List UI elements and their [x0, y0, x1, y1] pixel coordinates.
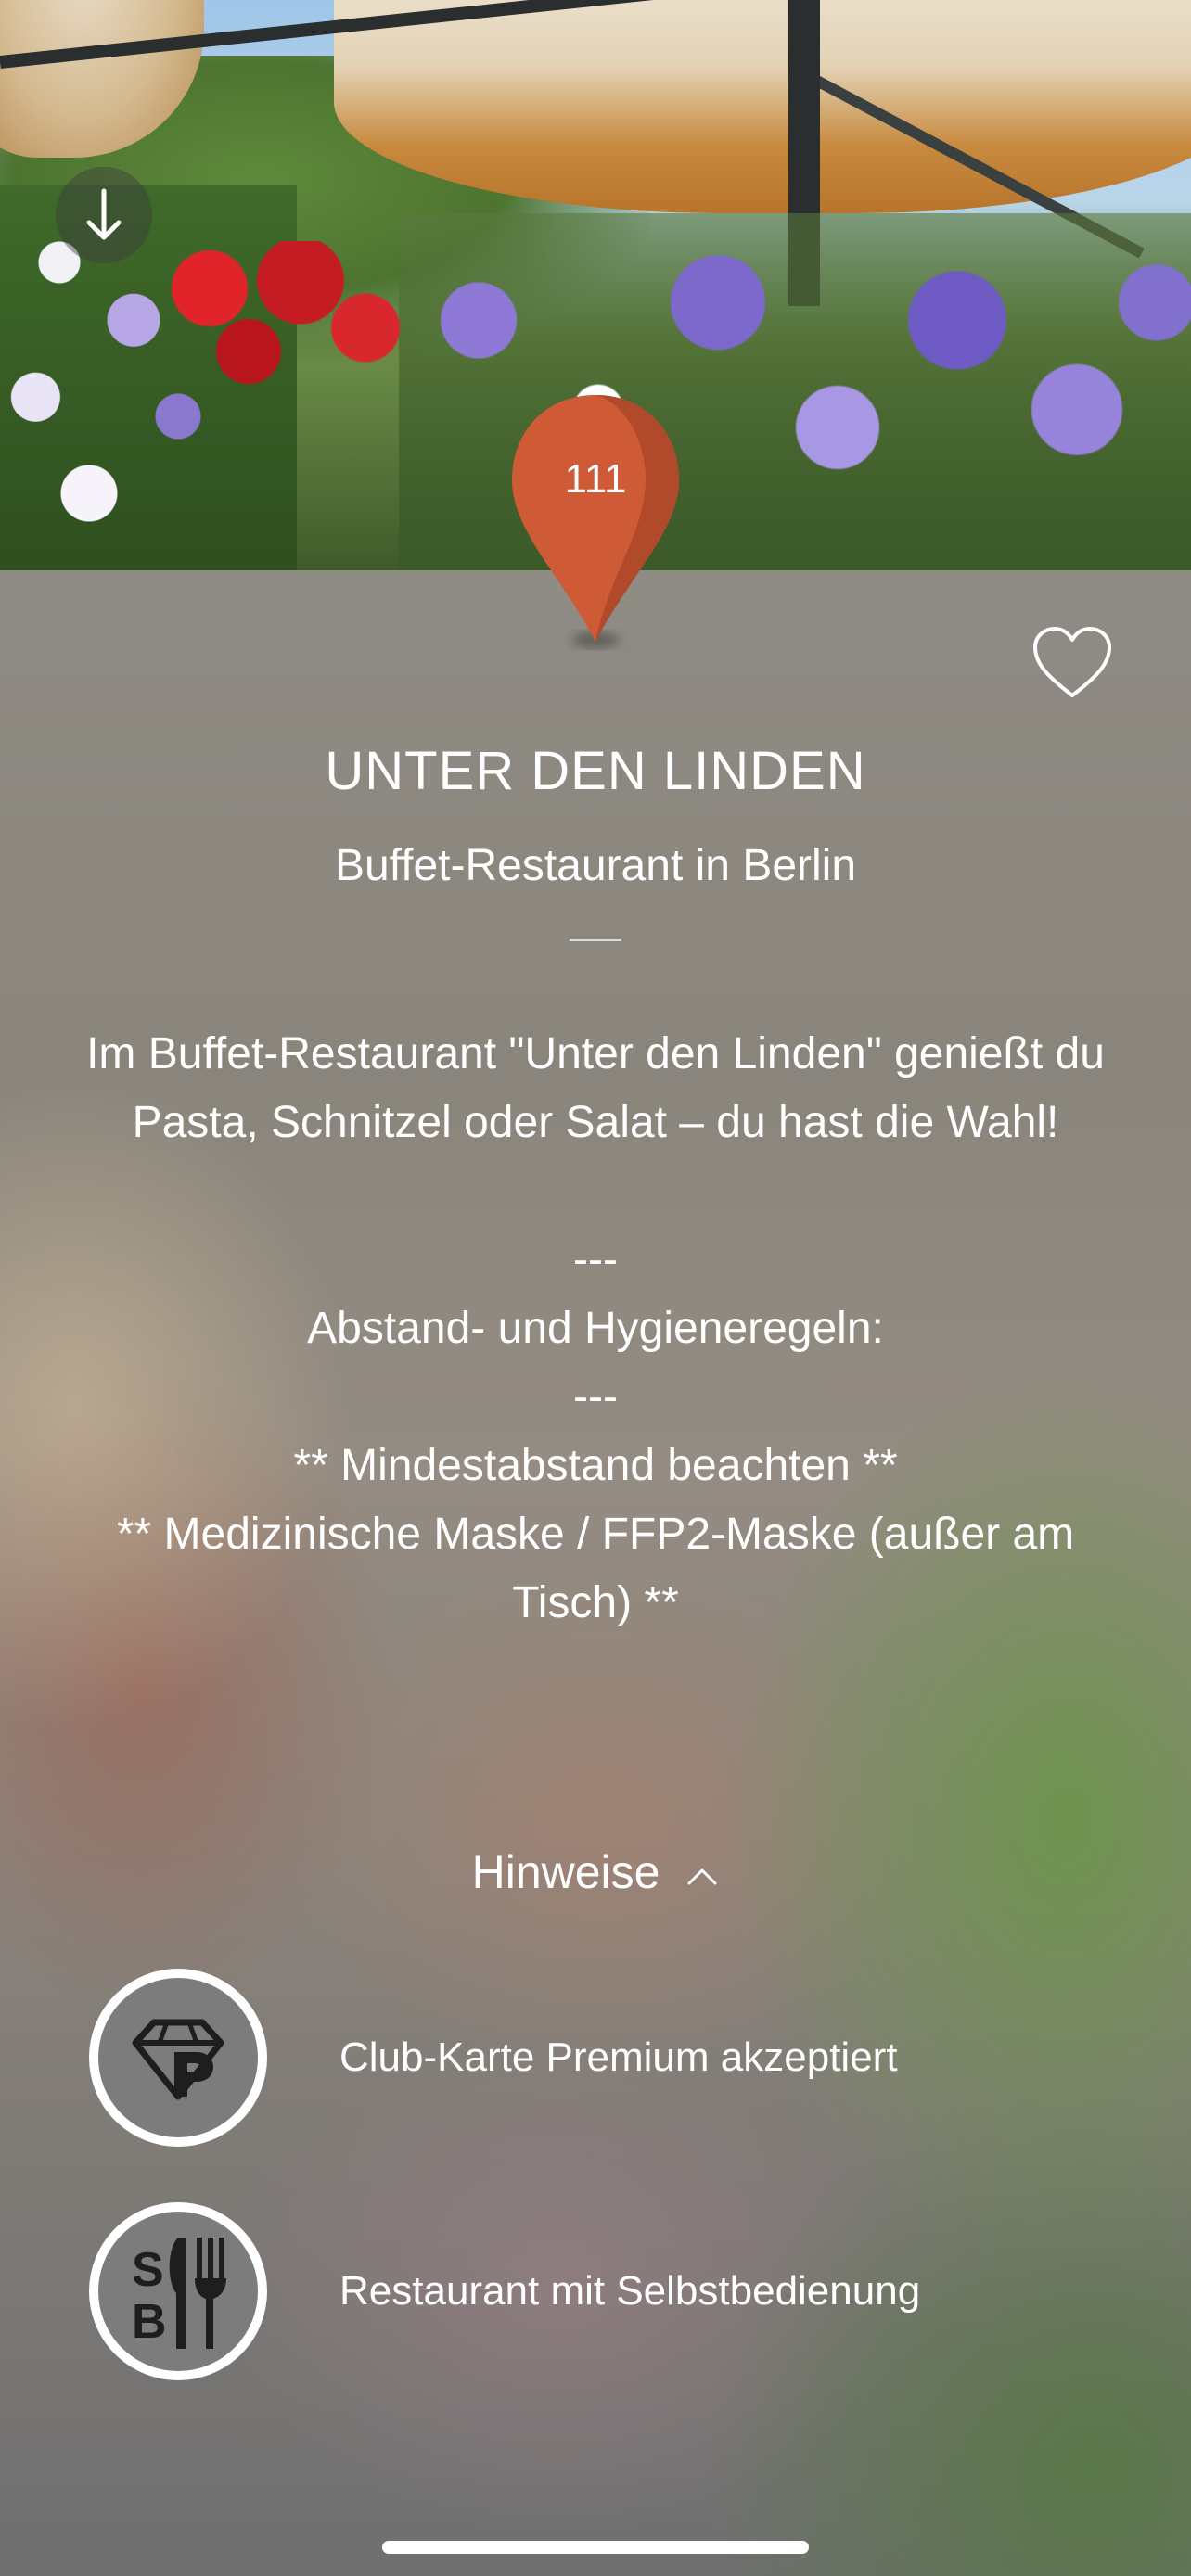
- pin-number: 111: [564, 456, 627, 502]
- venue-description: Im Buffet-Restaurant "Unter den Linden" …: [86, 1029, 1105, 1627]
- venue-title: UNTER DEN LINDEN: [325, 741, 866, 801]
- venue-subtitle: Buffet-Restaurant in Berlin: [334, 841, 857, 890]
- home-indicator[interactable]: [382, 2541, 809, 2554]
- hint-item-club-card: Club-Karte Premium akzeptiert: [89, 1969, 1109, 2147]
- self-service-cutlery-icon: S B: [89, 2202, 267, 2380]
- heart-icon: [1033, 627, 1111, 697]
- premium-diamond-p-icon: [89, 1969, 267, 2147]
- download-button[interactable]: [56, 167, 152, 263]
- hint-item-self-service: S B Restaurant mit Selbstbedienung: [89, 2202, 1109, 2380]
- favorite-button[interactable]: [1030, 621, 1115, 707]
- arrow-down-icon: [86, 188, 122, 240]
- chevron-up-icon: [687, 1868, 717, 1885]
- location-pin-icon: [512, 395, 679, 647]
- hints-toggle-label: Hinweise: [471, 1846, 660, 1898]
- hints-toggle[interactable]: Hinweise: [0, 1845, 1191, 1899]
- svg-text:S: S: [132, 2243, 164, 2297]
- hint-label: Restaurant mit Selbstbedienung: [339, 2268, 921, 2314]
- divider: [570, 939, 621, 941]
- hint-label: Club-Karte Premium akzeptiert: [339, 2034, 898, 2080]
- svg-text:B: B: [132, 2295, 167, 2349]
